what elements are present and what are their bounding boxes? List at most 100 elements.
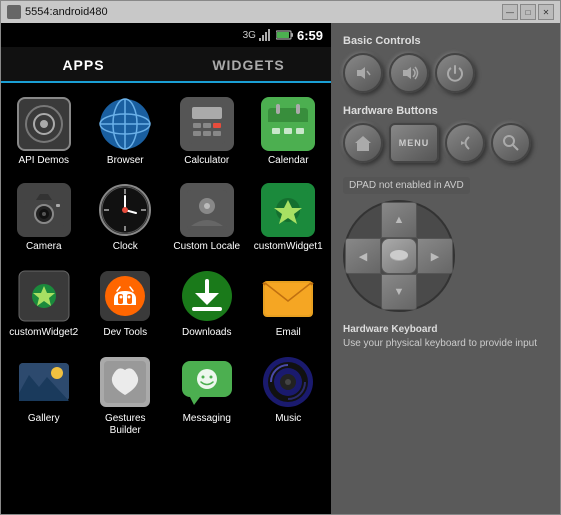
window-icon: [7, 5, 21, 19]
dpad-center-icon: [389, 250, 409, 262]
home-button[interactable]: [343, 123, 383, 163]
dpad-section: DPAD not enabled in AVD ▲ ◀: [343, 175, 548, 312]
app-grid: API Demos Browser: [1, 83, 331, 514]
list-item[interactable]: Camera: [5, 177, 83, 259]
signal-bars-icon: [259, 29, 273, 41]
gestures-icon: [98, 355, 152, 409]
status-time: 6:59: [297, 28, 323, 43]
back-button[interactable]: [445, 123, 485, 163]
api-demos-label: API Demos: [18, 155, 69, 167]
browser-svg: [98, 97, 152, 151]
keyboard-description: Use your physical keyboard to provide in…: [343, 338, 548, 349]
basic-controls-title: Basic Controls: [343, 35, 548, 47]
android-screen: 3G 6:59: [1, 23, 331, 514]
list-item[interactable]: Dev Tools: [87, 263, 165, 345]
volume-down-icon: [353, 63, 373, 83]
dpad-up-button[interactable]: ▲: [381, 202, 417, 238]
calendar-svg: [264, 100, 312, 148]
music-label: Music: [275, 413, 301, 425]
custom-locale-svg: [183, 186, 231, 234]
gestures-builder-label: Gestures Builder: [90, 413, 160, 437]
dpad-right-button[interactable]: ▶: [417, 238, 453, 274]
home-icon: [353, 133, 373, 153]
music-svg: [261, 355, 315, 409]
list-item[interactable]: Email: [250, 263, 328, 345]
status-bar: 3G 6:59: [1, 23, 331, 47]
downloads-icon: [180, 269, 234, 323]
dpad-corner-bl: [345, 274, 381, 310]
custom-widget1-icon: [261, 183, 315, 237]
custom-widget1-label: customWidget1: [254, 241, 323, 253]
power-button[interactable]: [435, 53, 475, 93]
close-button[interactable]: ✕: [538, 4, 554, 20]
list-item[interactable]: customWidget2: [5, 263, 83, 345]
camera-icon: [17, 183, 71, 237]
list-item[interactable]: Calendar: [250, 91, 328, 173]
hardware-buttons-title: Hardware Buttons: [343, 105, 548, 117]
basic-controls-section: Basic Controls: [343, 35, 548, 93]
list-item[interactable]: Clock: [87, 177, 165, 259]
volume-down-button[interactable]: [343, 53, 383, 93]
signal-label: 3G: [243, 30, 256, 41]
api-demos-icon: [17, 97, 71, 151]
gallery-svg: [17, 355, 71, 409]
list-item[interactable]: Gestures Builder: [87, 349, 165, 443]
messaging-label: Messaging: [183, 413, 231, 425]
tab-widgets[interactable]: WIDGETS: [166, 47, 331, 81]
minimize-button[interactable]: —: [502, 4, 518, 20]
list-item[interactable]: API Demos: [5, 91, 83, 173]
downloads-svg: [180, 269, 234, 323]
back-icon: [455, 133, 475, 153]
custom-locale-icon: [180, 183, 234, 237]
custom-widget1-svg: [264, 186, 312, 234]
browser-icon: [98, 97, 152, 151]
dpad-down-button[interactable]: ▼: [381, 274, 417, 310]
search-button[interactable]: [491, 123, 531, 163]
menu-button[interactable]: MENU: [389, 123, 439, 163]
list-item[interactable]: customWidget1: [250, 177, 328, 259]
volume-up-button[interactable]: [389, 53, 429, 93]
battery-icon: [276, 29, 294, 41]
list-item[interactable]: Calculator: [168, 91, 246, 173]
tab-apps[interactable]: APPS: [1, 47, 166, 84]
custom-widget2-svg: [17, 269, 71, 323]
hardware-buttons-section: Hardware Buttons MENU: [343, 105, 548, 163]
camera-svg: [20, 186, 68, 234]
menu-label: MENU: [399, 138, 430, 148]
dev-tools-label: Dev Tools: [103, 327, 147, 339]
calendar-label: Calendar: [268, 155, 309, 167]
maximize-button[interactable]: □: [520, 4, 536, 20]
main-content: 3G 6:59: [1, 23, 560, 514]
custom-widget2-label: customWidget2: [9, 327, 78, 339]
custom-locale-label: Custom Locale: [173, 241, 240, 253]
calculator-icon: [180, 97, 234, 151]
volume-up-icon: [399, 63, 419, 83]
dpad-inner: ▲ ◀ ▶ ▼: [345, 202, 453, 310]
list-item[interactable]: Music: [250, 349, 328, 443]
list-item[interactable]: Messaging: [168, 349, 246, 443]
keyboard-title: Hardware Keyboard: [343, 324, 548, 335]
music-icon: [261, 355, 315, 409]
clock-icon: [98, 183, 152, 237]
email-svg: [261, 269, 315, 323]
window-title: 5554:android480: [25, 6, 108, 18]
dpad-center-button[interactable]: [381, 238, 417, 274]
list-item[interactable]: Downloads: [168, 263, 246, 345]
camera-label: Camera: [26, 241, 62, 253]
tab-bar: APPS WIDGETS: [1, 47, 331, 83]
email-icon: [261, 269, 315, 323]
gestures-svg: [98, 355, 152, 409]
basic-controls-row: [343, 53, 548, 93]
clock-svg: [98, 183, 152, 237]
dpad-disabled-text: DPAD not enabled in AVD: [343, 177, 470, 194]
list-item[interactable]: Custom Locale: [168, 177, 246, 259]
list-item[interactable]: Gallery: [5, 349, 83, 443]
dpad-left-button[interactable]: ◀: [345, 238, 381, 274]
dpad-corner-tr: [417, 202, 453, 238]
dev-tools-svg: [98, 269, 152, 323]
right-panel: Basic Controls: [331, 23, 560, 514]
calculator-svg: [183, 100, 231, 148]
gallery-icon: [17, 355, 71, 409]
list-item[interactable]: Browser: [87, 91, 165, 173]
hardware-buttons-row: MENU: [343, 123, 548, 163]
